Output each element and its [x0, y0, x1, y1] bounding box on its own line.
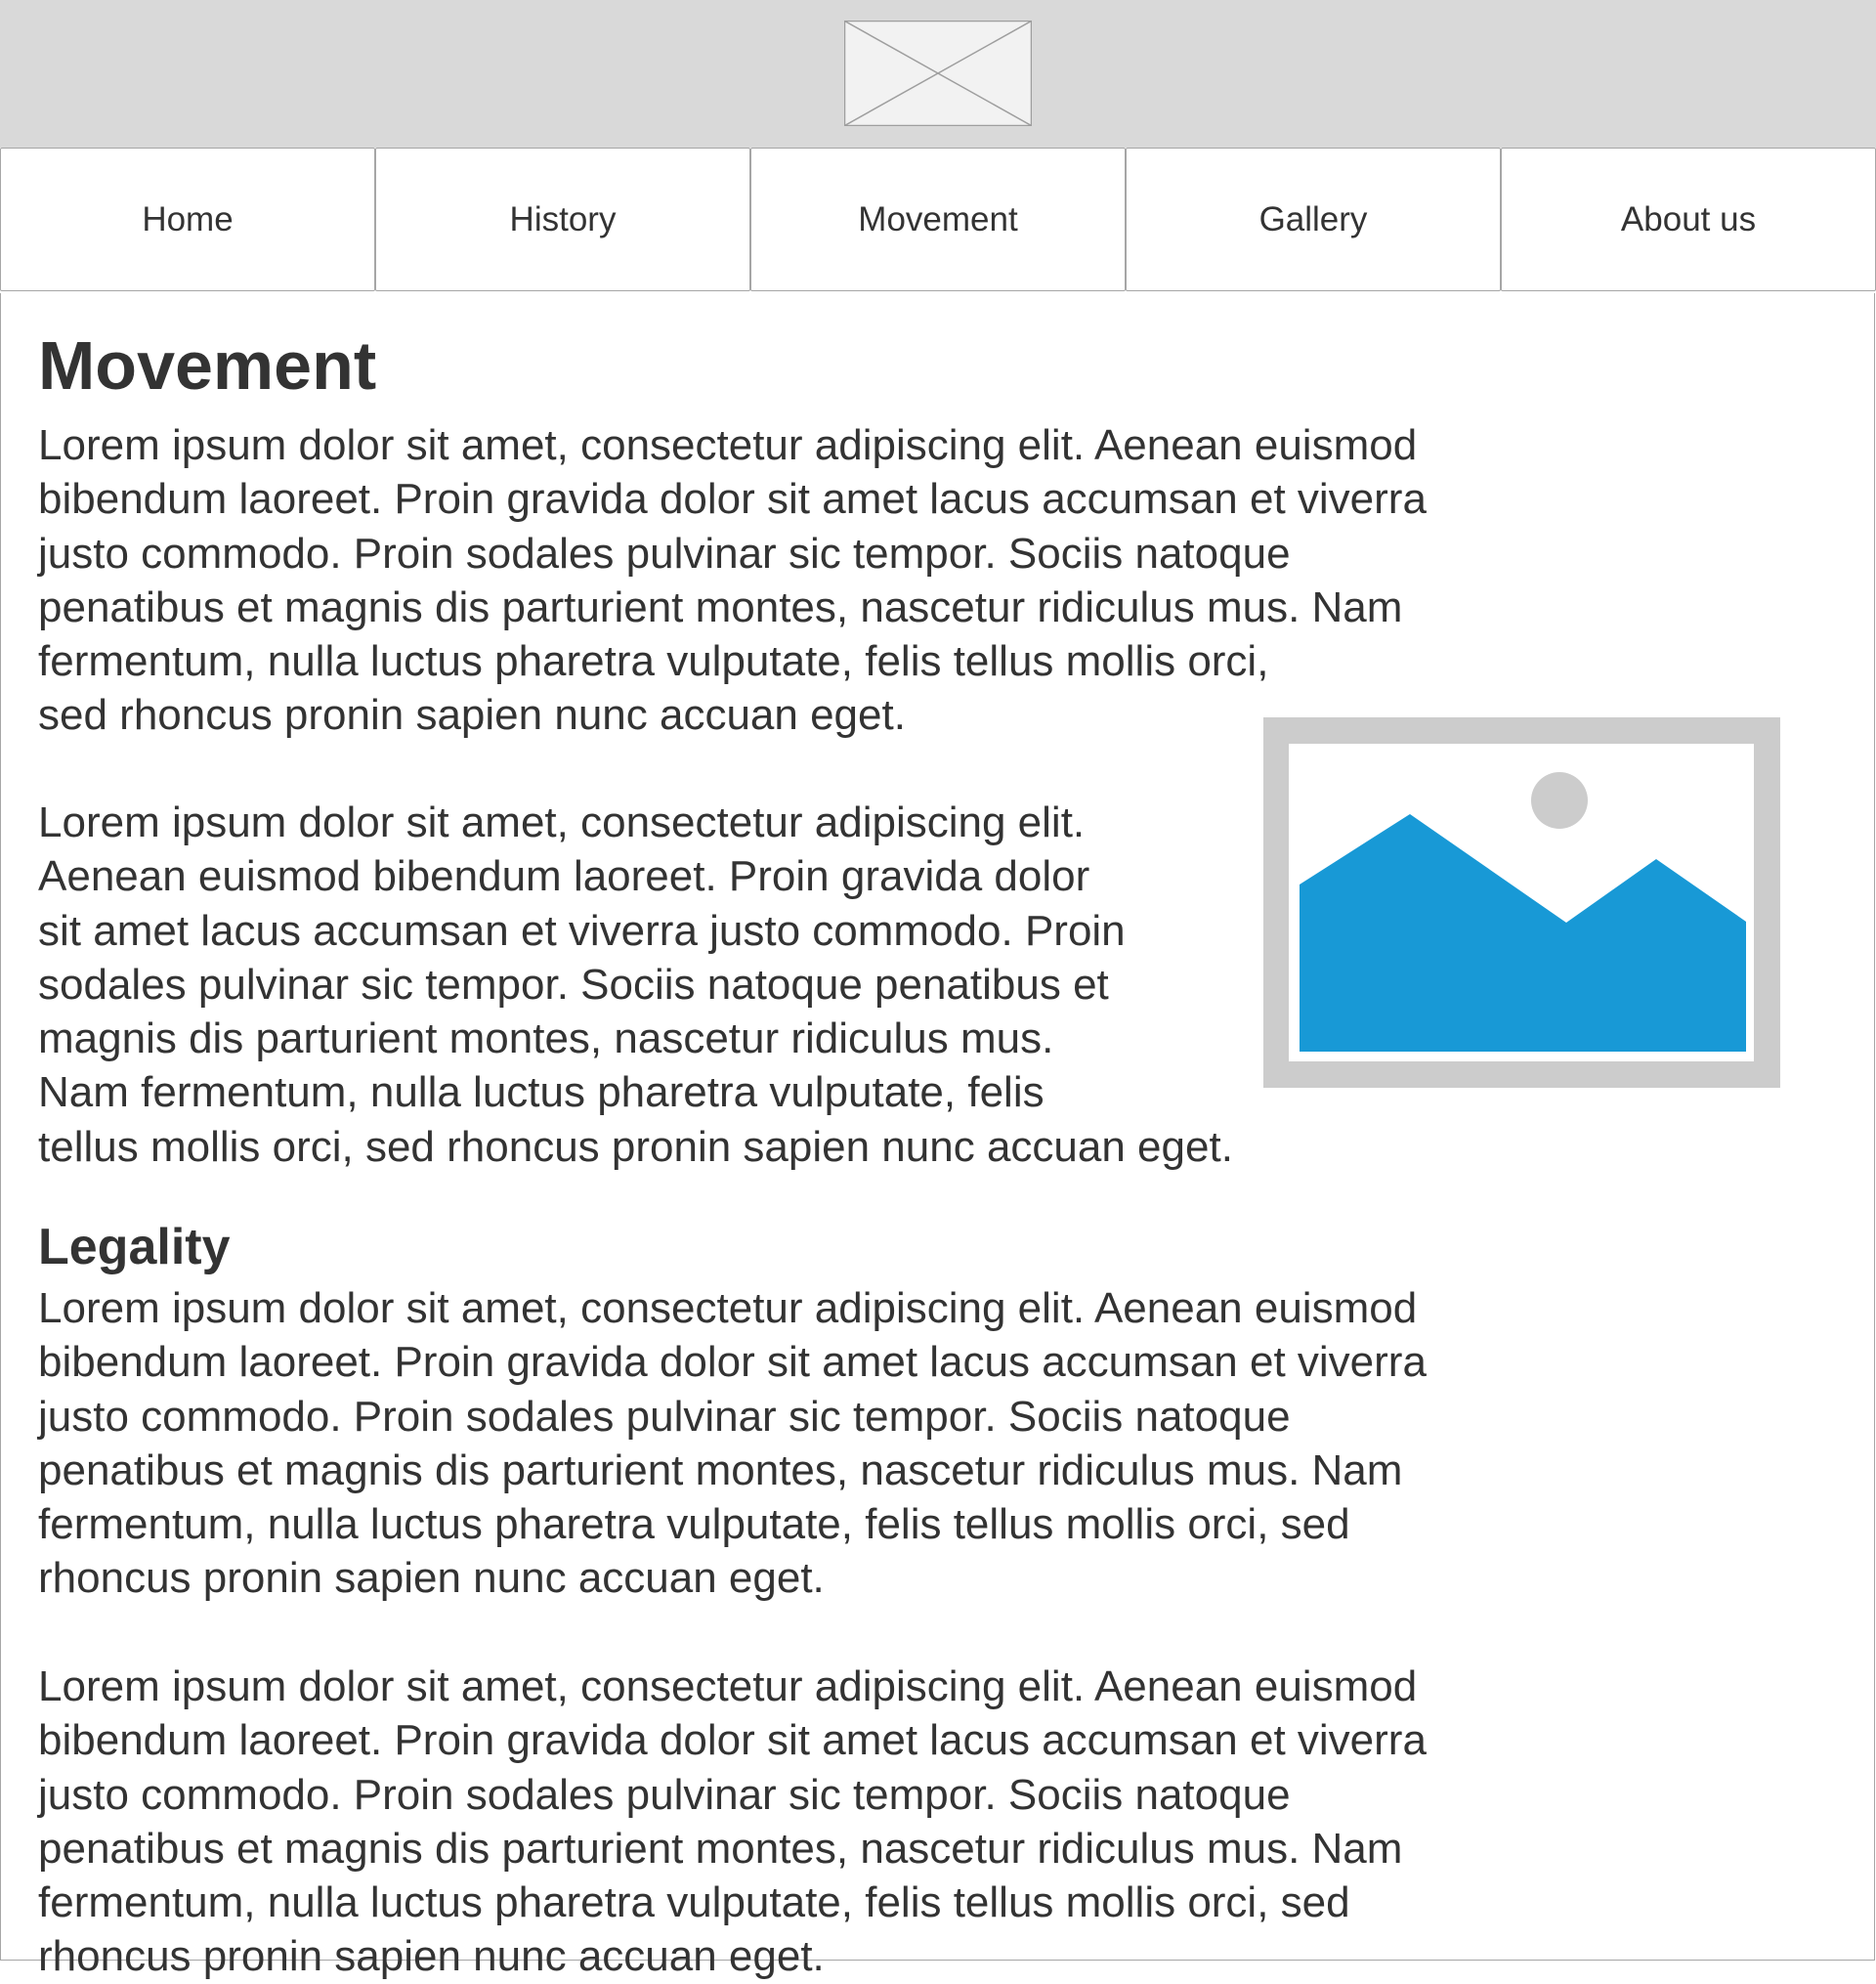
legality-paragraph-2: Lorem ipsum dolor sit amet, consectetur … [38, 1662, 1427, 1981]
landscape-image-icon [1263, 717, 1780, 1088]
nav-item-movement[interactable]: Movement [750, 148, 1126, 291]
intro-paragraph: Lorem ipsum dolor sit amet, consectetur … [38, 421, 1427, 740]
nav-item-gallery[interactable]: Gallery [1126, 148, 1501, 291]
nav-item-home[interactable]: Home [0, 148, 375, 291]
nav-item-about-us[interactable]: About us [1501, 148, 1876, 291]
nav-item-history[interactable]: History [375, 148, 750, 291]
main-nav: Home History Movement Gallery About us [0, 148, 1876, 293]
page-title: Movement [38, 327, 377, 404]
section-title-legality: Legality [38, 1219, 231, 1275]
logo-placeholder-icon[interactable] [844, 21, 1032, 126]
body-paragraph: Lorem ipsum dolor sit amet, consectetur … [38, 798, 1233, 1171]
header-bar [0, 0, 1876, 148]
legality-paragraph: Lorem ipsum dolor sit amet, consectetur … [38, 1284, 1427, 1603]
